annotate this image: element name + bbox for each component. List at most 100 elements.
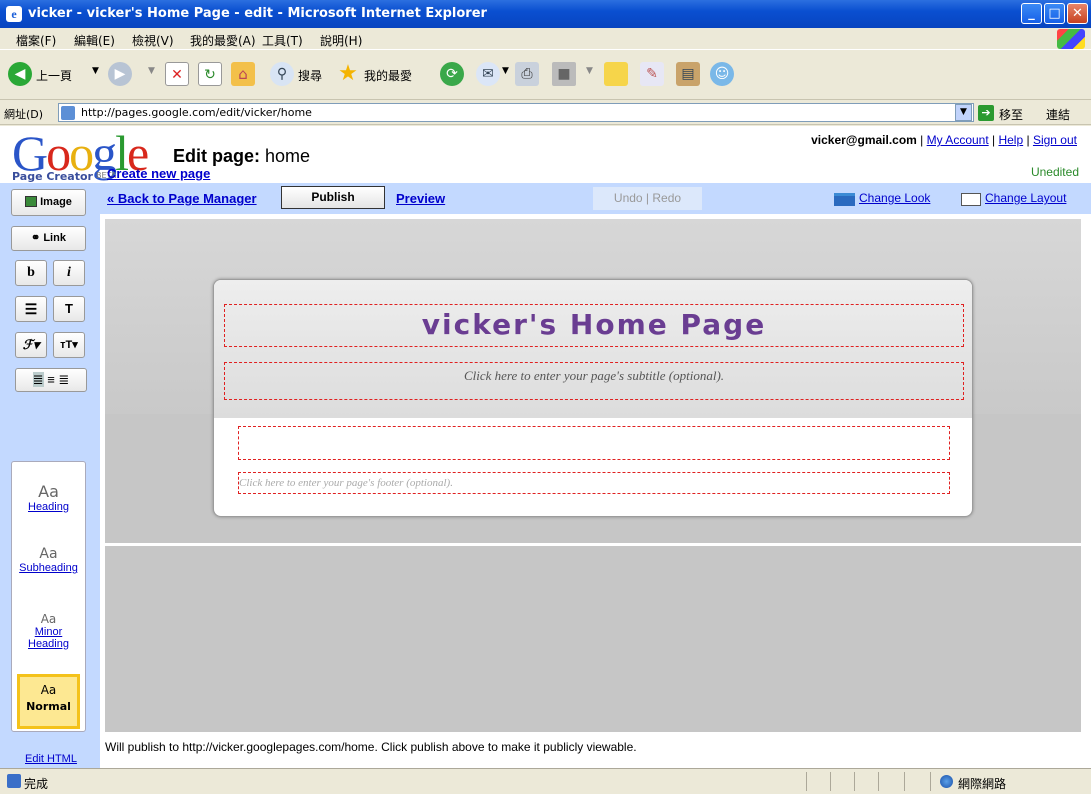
go-arrow-icon[interactable]: ➔ — [978, 105, 994, 121]
image-button[interactable]: Image — [11, 189, 86, 216]
discuss-icon[interactable] — [604, 62, 628, 86]
edit-dropdown-icon[interactable]: ▼ — [586, 66, 593, 76]
style-minor-heading[interactable]: Aa Minor Heading — [12, 612, 85, 650]
account-links: vicker@gmail.com | My Account | Help | S… — [811, 133, 1077, 147]
link-button-label: Link — [43, 232, 66, 244]
status-divider — [854, 772, 855, 791]
undo-button[interactable]: Undo — [614, 191, 643, 205]
heading-link[interactable]: Heading — [12, 501, 85, 513]
my-account-link[interactable]: My Account — [927, 133, 989, 147]
research-icon[interactable]: ✎ — [640, 62, 664, 86]
alignment-group: ≣ ≡ ≣ — [15, 368, 87, 392]
messenger-icon[interactable]: ☺ — [710, 62, 734, 86]
change-layout-link[interactable]: Change Layout — [985, 191, 1066, 205]
align-center-icon[interactable]: ≡ — [47, 372, 55, 387]
back-dropdown-icon[interactable]: ▼ — [92, 66, 99, 76]
address-label: 網址(D) — [4, 108, 44, 121]
subheading-link[interactable]: Subheading — [12, 562, 85, 574]
create-new-page-link[interactable]: Create new page — [107, 166, 210, 181]
forward-arrow-icon[interactable]: ▶ — [108, 62, 132, 86]
print-icon[interactable]: ⎙ — [515, 62, 539, 86]
subheading-sample: Aa — [39, 546, 58, 562]
publish-button[interactable]: Publish — [281, 186, 385, 209]
menu-view[interactable]: 檢視(V) — [132, 32, 174, 49]
menu-tools[interactable]: 工具(T) — [262, 32, 303, 49]
align-left-icon[interactable]: ≣ — [32, 372, 44, 387]
refresh-icon[interactable]: ↻ — [198, 62, 222, 86]
messenger-book-icon[interactable]: ▤ — [676, 62, 700, 86]
text-color-icon[interactable]: T — [53, 296, 85, 322]
address-bar: 網址(D) http://pages.google.com/edit/vicke… — [0, 101, 1091, 125]
change-look-link[interactable]: Change Look — [859, 191, 930, 205]
menu-file[interactable]: 檔案(F) — [16, 32, 56, 49]
edit-icon[interactable]: ■ — [552, 62, 576, 86]
help-link[interactable]: Help — [998, 133, 1023, 147]
content-field[interactable] — [238, 426, 950, 460]
mail-dropdown-icon[interactable]: ▼ — [502, 66, 509, 76]
minor-heading-link[interactable]: Minor Heading — [12, 626, 85, 650]
change-look-icon[interactable] — [834, 193, 855, 206]
page-card: vicker's Home Page Click here to enter y… — [213, 279, 973, 517]
back-button-label[interactable]: 上一頁 — [36, 67, 72, 84]
align-right-icon[interactable]: ≣ — [58, 372, 69, 387]
font-family-icon[interactable]: ℱ▾ — [15, 332, 47, 358]
menu-edit[interactable]: 編輯(E) — [74, 32, 115, 49]
search-icon[interactable]: ⚲ — [270, 62, 294, 86]
site-title-field[interactable]: vicker's Home Page — [224, 304, 964, 347]
history-icon[interactable]: ⟳ — [440, 62, 464, 86]
menu-favorites[interactable]: 我的最愛(A) — [190, 32, 256, 49]
status-divider — [830, 772, 831, 791]
window-title-bar[interactable]: e vicker - vicker's Home Page - edit - M… — [0, 0, 1091, 28]
status-divider — [904, 772, 905, 791]
bold-button[interactable]: b — [15, 260, 47, 286]
back-to-page-manager-link[interactable]: « Back to Page Manager — [107, 191, 257, 206]
undo-redo-group: Undo | Redo — [593, 187, 702, 210]
back-arrow-icon[interactable]: ◀ — [8, 62, 32, 86]
edit-status: Unedited — [1030, 165, 1079, 179]
favorites-button-label[interactable]: 我的最愛 — [364, 67, 412, 84]
edit-html-link[interactable]: Edit HTML — [25, 753, 77, 765]
page-canvas: vicker's Home Page Click here to enter y… — [105, 219, 1081, 732]
favorites-star-icon[interactable]: ★ — [336, 62, 360, 86]
edit-prefix: Edit page: — [173, 146, 261, 166]
footer-field[interactable]: Click here to enter your page's footer (… — [238, 472, 950, 494]
minimize-button[interactable]: _ — [1021, 3, 1042, 24]
italic-button[interactable]: i — [53, 260, 85, 286]
toolbar: ◀ 上一頁 ▼ ▶ ▼ ✕ ↻ ⌂ ⚲ 搜尋 ★ 我的最愛 ⟳ ✉ ▼ ⎙ ■ … — [0, 50, 1091, 100]
windows-logo-icon — [1057, 29, 1085, 49]
style-normal-selected[interactable]: Aa Normal — [17, 674, 80, 729]
forward-dropdown-icon[interactable]: ▼ — [148, 66, 155, 76]
style-subheading[interactable]: Aa Subheading — [12, 546, 85, 574]
sign-out-link[interactable]: Sign out — [1033, 133, 1077, 147]
publish-note: Will publish to http://vicker.googlepage… — [105, 740, 637, 754]
formatting-sidebar: Image ⚭ Link b i ☰ T ℱ▾ ᴛT▾ ≣ ≡ ≣ Aa Hea… — [0, 183, 100, 768]
menu-help[interactable]: 說明(H) — [320, 32, 362, 49]
preview-link[interactable]: Preview — [396, 191, 445, 206]
canvas-divider — [105, 543, 1081, 546]
address-input[interactable]: http://pages.google.com/edit/vicker/home — [58, 103, 974, 122]
image-button-label: Image — [40, 196, 72, 208]
redo-button[interactable]: Redo — [652, 191, 681, 205]
zone-text: 網際網路 — [958, 777, 1007, 791]
page-icon — [61, 106, 75, 120]
subtitle-field[interactable]: Click here to enter your page's subtitle… — [224, 362, 964, 400]
stop-icon[interactable]: ✕ — [165, 62, 189, 86]
links-label[interactable]: 連結 — [1046, 106, 1070, 123]
internet-zone-icon — [940, 775, 953, 788]
home-icon[interactable]: ⌂ — [231, 62, 255, 86]
style-heading[interactable]: Aa Heading — [12, 482, 85, 513]
search-button-label[interactable]: 搜尋 — [298, 67, 322, 84]
go-button-label[interactable]: 移至 — [999, 106, 1023, 123]
maximize-button[interactable]: □ — [1044, 3, 1065, 24]
change-layout-icon[interactable] — [961, 193, 981, 206]
close-button[interactable]: ✕ — [1067, 3, 1088, 24]
mail-icon[interactable]: ✉ — [476, 62, 500, 86]
status-divider — [806, 772, 807, 791]
window-title: vicker - vicker's Home Page - edit - Mic… — [28, 6, 487, 21]
address-dropdown-icon[interactable]: ▼ — [955, 104, 972, 121]
page-name: home — [265, 146, 311, 166]
font-size-icon[interactable]: ᴛT▾ — [53, 332, 85, 358]
styles-panel: Aa Heading Aa Subheading Aa Minor Headin… — [11, 461, 86, 732]
link-button[interactable]: ⚭ Link — [11, 226, 86, 251]
bullet-list-icon[interactable]: ☰ — [15, 296, 47, 322]
